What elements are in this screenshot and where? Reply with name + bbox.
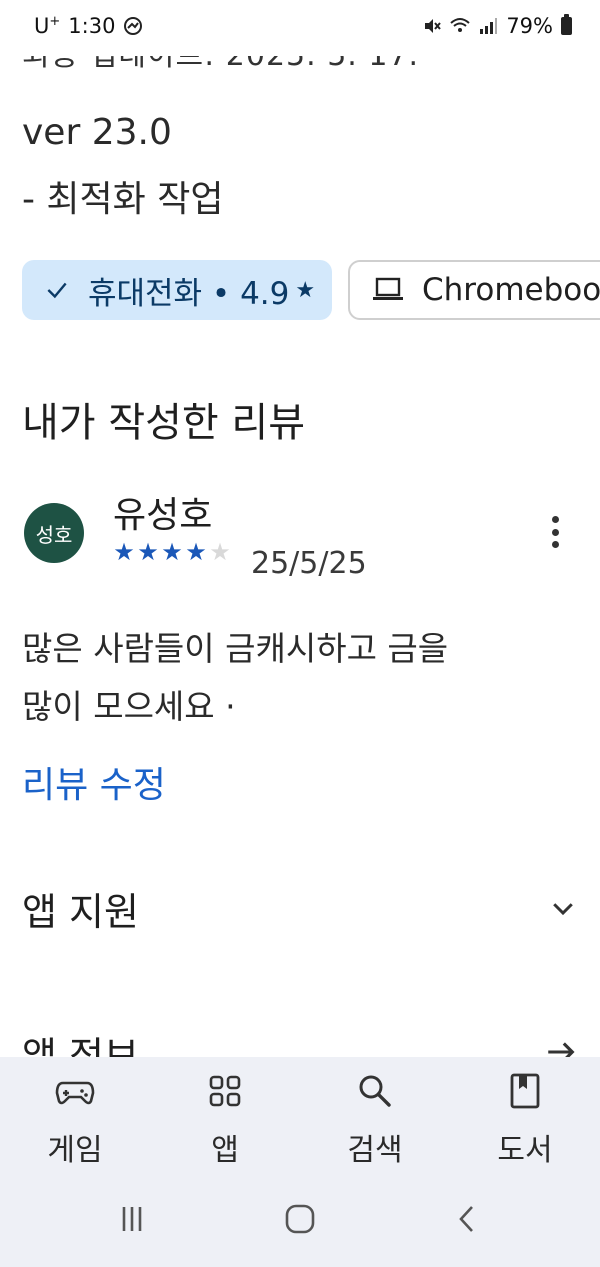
signal-icon	[480, 18, 498, 34]
recent-apps-button[interactable]	[112, 1199, 152, 1239]
battery-percent: 79%	[506, 14, 553, 38]
review-body: 많은 사람들이 금캐시하고 금을 많이 모으세요 ·	[22, 620, 562, 736]
nav-games[interactable]: 게임	[10, 1071, 140, 1169]
back-button[interactable]	[448, 1199, 488, 1239]
star-icon: ★	[295, 277, 316, 303]
star-icon: ★	[161, 538, 183, 566]
rating-stars: ★ ★ ★ ★ ★	[112, 540, 232, 564]
my-review-title: 내가 작성한 리뷰	[22, 400, 306, 446]
review-body-line: 많이 모으세요 ·	[22, 687, 236, 726]
chip-chromebook-label: Chromebook	[422, 272, 600, 308]
home-icon	[285, 1204, 315, 1234]
edit-review-link[interactable]: 리뷰 수정	[22, 756, 166, 808]
laptop-icon	[372, 276, 404, 304]
star-icon: ★	[137, 538, 159, 566]
book-icon	[510, 1073, 540, 1109]
nav-games-label: 게임	[47, 1133, 103, 1168]
bottom-navigation: 게임 앱 검색 도서	[0, 1057, 600, 1177]
nav-apps[interactable]: 앱	[160, 1071, 290, 1169]
back-icon	[459, 1206, 473, 1232]
status-right: 79%	[422, 14, 572, 38]
notification-icon	[124, 17, 143, 35]
check-icon	[44, 277, 70, 303]
more-options-icon[interactable]	[540, 512, 570, 552]
home-button[interactable]	[280, 1199, 320, 1239]
review-body-line: 많은 사람들이 금캐시하고 금을	[22, 629, 449, 668]
wifi-icon	[450, 18, 470, 32]
mute-icon	[425, 19, 442, 33]
carrier-label: U+	[34, 14, 61, 38]
clock: 1:30	[68, 14, 116, 38]
star-icon: ★	[113, 538, 135, 566]
app-support-row[interactable]: 앱 지원	[22, 878, 578, 938]
chevron-down-icon	[553, 903, 573, 916]
chip-phone[interactable]: 휴대전화 • 4.9 ★	[22, 260, 332, 320]
star-empty-icon: ★	[209, 538, 231, 566]
device-chip-row: 휴대전화 • 4.9 ★ Chromebook	[22, 260, 600, 320]
system-navigation	[0, 1177, 600, 1267]
avatar: 성호	[24, 503, 84, 563]
release-note: - 최적화 작업	[22, 179, 224, 220]
nav-search[interactable]: 검색	[310, 1071, 440, 1169]
gamepad-icon	[55, 1081, 95, 1105]
status-bar: U+ 1:30 79%	[0, 0, 600, 56]
nav-apps-label: 앱	[211, 1133, 239, 1168]
battery-icon	[561, 14, 572, 35]
app-support-label: 앱 지원	[22, 889, 139, 934]
apps-grid-icon	[209, 1075, 241, 1107]
status-left: U+ 1:30	[34, 14, 143, 38]
review-date: 25/5/25	[251, 546, 367, 581]
nav-books-label: 도서	[497, 1133, 553, 1168]
reviewer-name: 유성호	[113, 495, 213, 536]
version-text: ver 23.0	[22, 112, 172, 153]
recent-apps-icon	[122, 1207, 142, 1231]
nav-search-label: 검색	[347, 1133, 403, 1168]
chip-phone-label: 휴대전화 • 4.9	[88, 275, 290, 312]
star-icon: ★	[185, 538, 207, 566]
search-icon	[359, 1075, 391, 1107]
chip-chromebook[interactable]: Chromebook	[348, 260, 600, 320]
nav-books[interactable]: 도서	[460, 1071, 590, 1169]
